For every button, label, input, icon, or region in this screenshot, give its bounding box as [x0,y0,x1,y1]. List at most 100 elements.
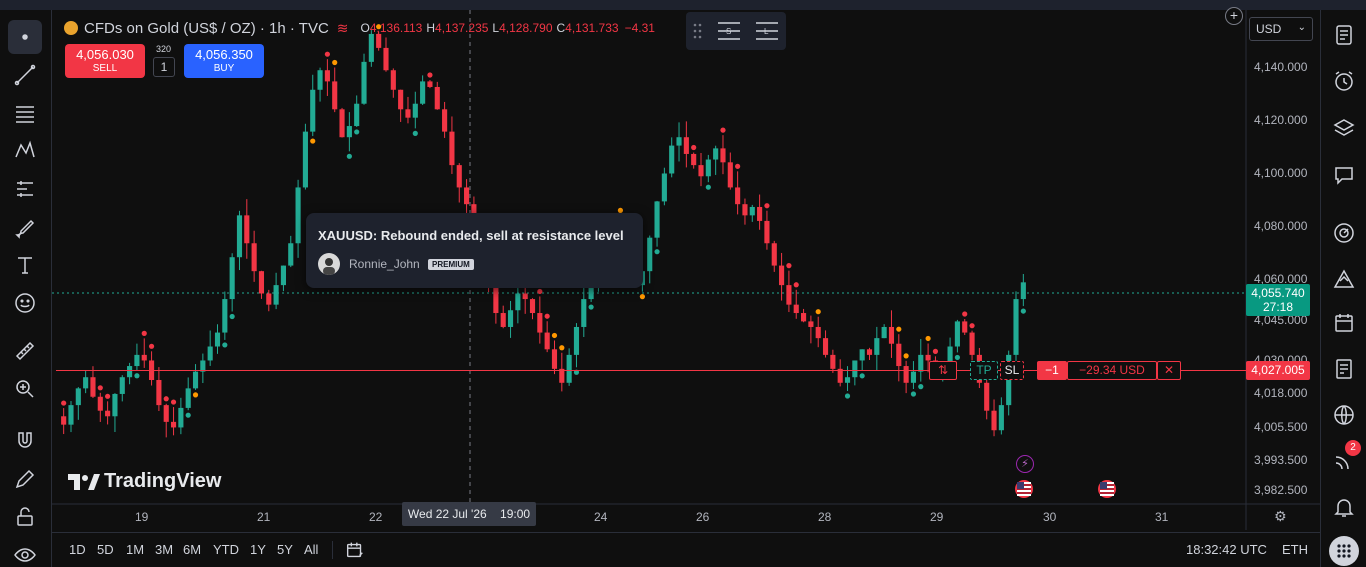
candle-body [757,206,763,221]
candle-body [214,332,221,347]
news-button[interactable] [1329,354,1359,384]
candle-body [390,70,396,90]
cursor-tool[interactable] [8,20,42,54]
session-toggle[interactable]: ETH [1282,542,1308,557]
candle-body [573,326,580,355]
candle-body [310,89,316,132]
candle-body [698,165,704,177]
tradingview-logo: TradingView [68,470,221,493]
trendline-tool[interactable] [8,58,42,92]
us-flag-event-icon[interactable] [1098,480,1116,498]
magnet-tool[interactable] [8,424,42,458]
signal-dot [229,313,235,320]
chevron-down-icon: ⌄ [1297,22,1306,33]
drawing-toolbar [0,10,52,567]
layers-button[interactable] [1329,114,1359,144]
emoji-tool[interactable] [8,286,42,320]
candle-body [771,243,777,266]
stop-loss-handle[interactable]: SL [1000,361,1024,380]
chat-button[interactable] [1329,160,1359,190]
position-price-tag: 4,027.005 [1246,361,1310,380]
fib-tool[interactable] [8,96,42,130]
crosshair-time: 19:00 [500,507,531,521]
take-profit-handle[interactable]: TP [970,361,998,380]
candle-body [522,293,528,300]
symbol-title[interactable]: CFDs on Gold (US$ / OZ) · 1h · TVC [84,20,329,37]
signal-dot [786,263,792,269]
range-1m[interactable]: 1M [126,542,144,557]
range-5y[interactable]: 5Y [277,542,293,557]
watchlist-icon [1336,25,1352,45]
calendar-button[interactable] [1329,308,1359,338]
buy-button[interactable]: 4,056.350 BUY [184,44,264,78]
notifications-button[interactable] [1329,492,1359,522]
idea-tooltip[interactable]: XAUUSD: Rebound ended, sell at resistanc… [306,213,643,288]
signal-dot [844,393,851,399]
currency-select[interactable]: USD ⌄ [1249,17,1313,41]
author-avatar[interactable] [318,253,340,275]
sell-button[interactable]: 4,056.030 SELL [65,44,145,78]
axis-settings-icon[interactable]: ⚙ [1274,508,1287,525]
idea-author[interactable]: Ronnie_John [349,257,420,271]
hide-tool[interactable] [8,538,42,567]
price-chart[interactable] [52,10,1320,530]
candle-body [500,313,506,327]
candle-body [551,349,558,369]
candle-body [185,388,191,408]
zoom-tool[interactable] [8,372,42,406]
svg-text:S: S [726,27,731,36]
low-value: 4,128.790 [499,21,553,35]
alerts-button[interactable] [1329,66,1359,96]
watchlist-button[interactable] [1329,20,1359,50]
candle-body [764,220,770,244]
signal-dot [639,294,645,300]
close-position-button[interactable]: ✕ [1157,361,1181,380]
range-6m[interactable]: 6M [183,542,201,557]
range-all[interactable]: All [304,542,318,557]
candle-body [507,310,514,327]
lightning-event-icon[interactable]: ⚡ [1016,455,1034,473]
add-button[interactable]: + [1225,7,1243,25]
range-ytd[interactable]: YTD [213,542,239,557]
globe-icon [1334,405,1354,425]
pattern-tool[interactable] [8,134,42,168]
reverse-position-button[interactable]: ⇅ [929,361,957,380]
crosshair-date: Wed 22 Jul '26 [407,507,487,521]
goto-date-icon[interactable] [344,539,366,566]
quantity-field[interactable]: 1 [153,57,175,77]
indicator-wave-icon[interactable]: ≋ [337,20,349,37]
fib-retracement-icon [16,106,34,123]
utc-clock[interactable]: 18:32:42 UTC [1186,542,1267,557]
smiley-icon [15,293,35,313]
zoom-in-icon [16,380,34,398]
dot-cursor-icon [22,34,28,40]
range-3m[interactable]: 3M [155,542,173,557]
ruler-tool[interactable] [8,334,42,368]
position-quantity[interactable]: −1 [1037,361,1067,380]
candle-body [346,126,352,138]
range-1y[interactable]: 1Y [250,542,266,557]
prediction-tool[interactable] [8,172,42,206]
floating-toolbar[interactable]: S L [686,12,786,50]
products-button[interactable] [1329,536,1359,566]
candle-body [669,145,675,174]
signal-dot [735,163,741,169]
us-flag-event-icon[interactable] [1015,480,1033,498]
symbol-legend[interactable]: CFDs on Gold (US$ / OZ) · 1h · TVC ≋ O 4… [64,18,655,38]
drawing-mode-tool[interactable] [8,462,42,496]
community-button[interactable] [1329,400,1359,430]
text-tool[interactable] [8,248,42,282]
calendar-icon [1335,314,1353,332]
technicals-button[interactable] [1329,218,1359,248]
signal-dot [969,323,975,329]
crosshair-date-label: Wed 22 Jul '26 19:00 [402,502,536,526]
range-1d[interactable]: 1D [69,542,86,557]
ideas-button[interactable] [1329,264,1359,294]
idea-title[interactable]: XAUUSD: Rebound ended, sell at resistanc… [318,228,624,243]
signal-dot [412,130,418,136]
lock-tool[interactable] [8,500,42,534]
candle-body [317,70,323,90]
brush-tool[interactable] [8,210,42,244]
range-5d[interactable]: 5D [97,542,114,557]
candle-body [90,377,96,397]
